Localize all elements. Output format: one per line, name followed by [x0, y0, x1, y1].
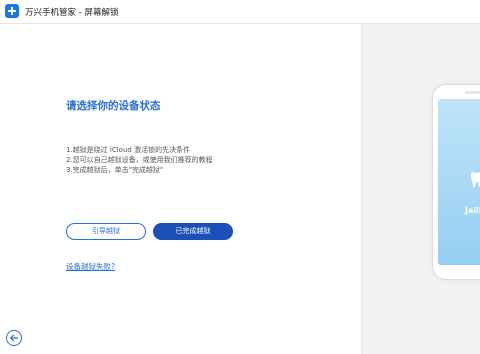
app-logo-icon: [5, 4, 19, 18]
title-bar: 万兴手机管家 - 屏幕解锁: [0, 0, 480, 24]
phone-screen: Jailb: [438, 99, 480, 265]
guide-jailbreak-button[interactable]: 引导越狱: [66, 223, 146, 240]
jailbreak-failed-link[interactable]: 设备越狱失败?: [66, 261, 115, 272]
phone-screen-label: Jailb: [465, 206, 480, 215]
tooth-icon: [470, 172, 480, 188]
illustration-pane: Jailb: [362, 24, 480, 354]
instruction-line-1: 1.越狱是绕过 iCloud 激活锁的先决条件: [66, 146, 191, 154]
instruction-line-2: 2.您可以自己越狱设备，或使用我们推荐的教程: [66, 156, 213, 164]
jailbreak-done-button[interactable]: 已完成越狱: [153, 223, 233, 240]
main-pane: [0, 24, 361, 354]
page-heading: 请选择你的设备状态: [66, 100, 161, 112]
instruction-line-3: 3.完成越狱后，单击"完成越狱": [66, 166, 164, 174]
back-arrow-icon[interactable]: [6, 330, 22, 346]
window-title: 万兴手机管家 - 屏幕解锁: [25, 8, 119, 18]
phone-illustration: Jailb: [432, 84, 480, 280]
phone-speaker: [465, 91, 480, 94]
